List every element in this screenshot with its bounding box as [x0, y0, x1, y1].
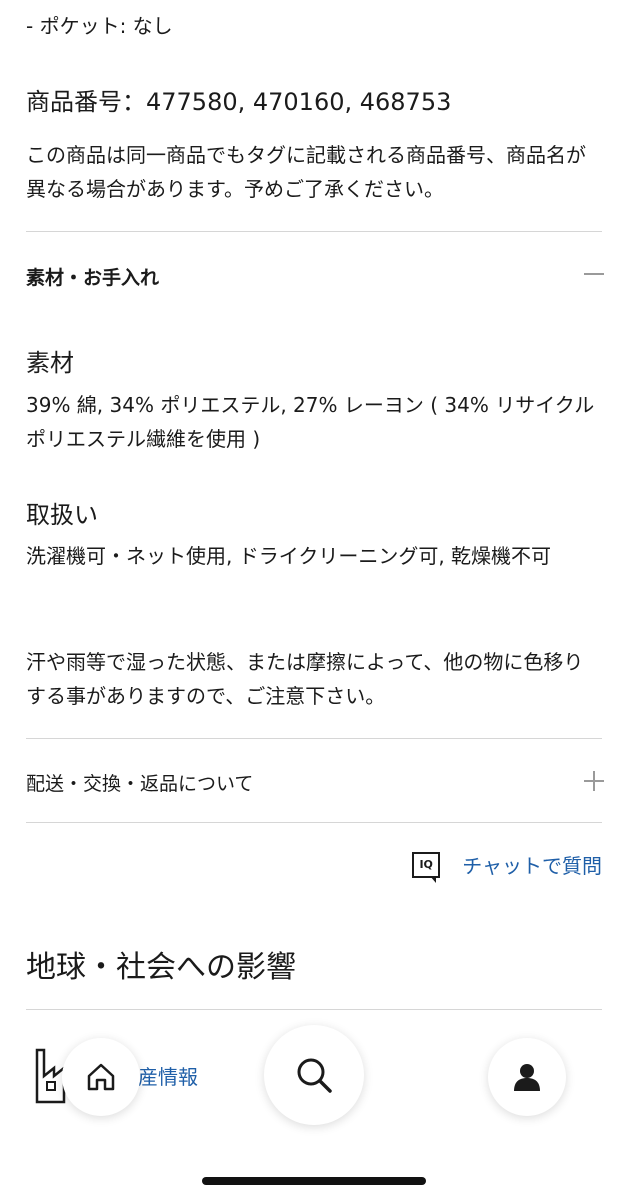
- pocket-spec: - ポケット: なし: [26, 14, 173, 38]
- home-button[interactable]: [62, 1038, 140, 1116]
- care-heading: 取扱い: [26, 501, 98, 529]
- product-number: 商品番号：477580, 470160, 468753: [26, 88, 452, 116]
- home-indicator: [202, 1177, 426, 1185]
- divider: [26, 738, 602, 739]
- material-heading: 素材: [26, 349, 74, 377]
- materials-accordion-title: 素材・お手入れ: [26, 267, 160, 289]
- shipping-accordion-title: 配送・交換・返品について: [26, 773, 254, 795]
- search-icon: [297, 1058, 332, 1093]
- chat-question-label: チャットで質問: [462, 854, 602, 878]
- divider: [26, 1009, 602, 1010]
- account-icon: [514, 1064, 540, 1091]
- impact-title: 地球・社会への影響: [26, 950, 296, 985]
- home-icon: [87, 1063, 115, 1091]
- care-note: 汗や雨等で湿った状態、または摩擦によって、他の物に色移りする事がありますので、ご…: [26, 650, 584, 708]
- account-button[interactable]: [488, 1038, 566, 1116]
- product-number-note: この商品は同一商品でもタグに記載される商品番号、商品名が異なる場合があります。予…: [26, 143, 586, 201]
- divider: [26, 231, 602, 232]
- chat-icon: IQ: [412, 851, 441, 883]
- material-text: 39% 綿, 34% ポリエステル, 27% レーヨン ( 34% リサイクルポ…: [26, 393, 595, 451]
- chat-question-link[interactable]: IQ チャットで質問: [412, 850, 602, 883]
- bottom-nav: [0, 1020, 628, 1140]
- search-button[interactable]: [264, 1025, 364, 1125]
- care-text: 洗濯機可・ネット使用, ドライクリーニング可, 乾燥機不可: [26, 544, 552, 568]
- minus-icon[interactable]: [582, 262, 606, 286]
- divider: [26, 822, 602, 823]
- plus-icon[interactable]: [582, 769, 606, 793]
